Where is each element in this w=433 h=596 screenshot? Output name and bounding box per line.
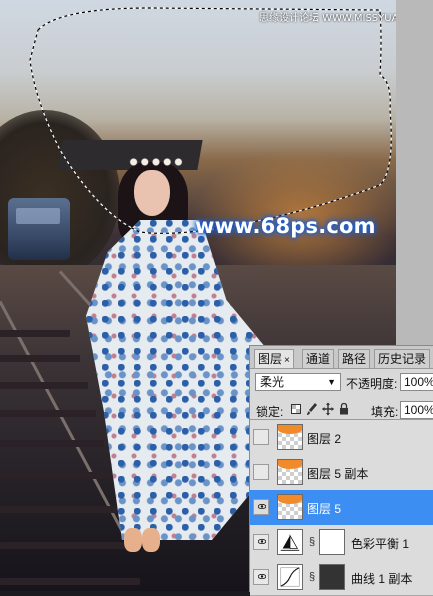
photo-tie [0, 410, 96, 417]
blend-opacity-row: 柔光 ▼ 不透明度: 100% [250, 371, 433, 393]
visibility-toggle[interactable] [253, 429, 269, 445]
blend-mode-select[interactable]: 柔光 ▼ [255, 373, 341, 391]
opacity-field[interactable]: 100% [400, 373, 433, 391]
site-credit: 思缘设计论坛 WWW.MISSYUAN.COM [259, 13, 396, 24]
photo-tie [0, 440, 104, 447]
lock-fill-row: 锁定: 填充: 100% [250, 399, 433, 421]
tab-label: 历史记录 [378, 352, 427, 366]
fill-field[interactable]: 100% [400, 401, 433, 419]
blend-mode-value: 柔光 [260, 375, 285, 389]
chevron-down-icon: ▼ [327, 377, 336, 387]
opacity-label: 不透明度: [346, 377, 398, 391]
photo-tie [0, 578, 140, 585]
layer-thumbnail [277, 494, 303, 520]
panel-tabs: 图层 × 通道 路径 历史记录 [250, 346, 433, 369]
link-icon: § [309, 571, 316, 583]
layer-mask-thumbnail [319, 564, 345, 590]
eye-icon [258, 504, 266, 509]
lock-label: 锁定: [256, 405, 284, 419]
photo-tie [0, 472, 112, 479]
layer-name: 色彩平衡 1 [351, 537, 410, 551]
move-icon[interactable] [322, 402, 334, 416]
girl-shoe [142, 528, 160, 552]
layer-row-layer-5-copy[interactable]: 图层 5 副本 [250, 455, 433, 491]
tab-label: 通道 [306, 352, 331, 366]
flower-crown [128, 156, 184, 168]
layer-name: 图层 2 [307, 432, 342, 446]
close-icon[interactable]: × [284, 355, 290, 366]
tab-paths[interactable]: 路径 [338, 349, 371, 368]
link-icon: § [309, 536, 316, 548]
lock-transparent-icon[interactable] [290, 402, 302, 416]
girl-face [134, 170, 170, 216]
fill-label: 填充: [371, 405, 399, 419]
color-balance-icon [277, 529, 303, 555]
photo-tie [0, 330, 70, 337]
photo-tie [0, 542, 130, 549]
curves-icon [277, 564, 303, 590]
layer-thumbnail [277, 424, 303, 450]
layers-list: 图层 2 图层 5 副本 图层 5 § 色彩平衡 1 § 曲线 1 副本 [250, 419, 433, 596]
girl-shoe [124, 528, 142, 552]
tab-label: 图层 [258, 352, 283, 366]
photo-train [8, 198, 70, 260]
visibility-toggle[interactable] [253, 499, 269, 515]
tab-label: 路径 [342, 352, 367, 366]
tab-history[interactable]: 历史记录 [374, 349, 431, 368]
layer-name: 图层 5 副本 [307, 467, 369, 481]
layer-row-color-balance-1[interactable]: § 色彩平衡 1 [250, 525, 433, 561]
layer-row-layer-5[interactable]: 图层 5 [250, 490, 433, 526]
watermark-text: www.68ps.com [195, 214, 376, 238]
photo-tie [0, 382, 88, 389]
layer-thumbnail [277, 459, 303, 485]
brush-icon[interactable] [306, 402, 318, 416]
eye-icon [258, 539, 266, 544]
eye-icon [258, 574, 266, 579]
layer-mask-thumbnail [319, 529, 345, 555]
photo-tie [0, 355, 80, 362]
layers-panel: 图层 × 通道 路径 历史记录 柔光 ▼ 不透明度: 100% 锁定: 填充: … [249, 345, 433, 596]
visibility-toggle[interactable] [253, 464, 269, 480]
tab-layers[interactable]: 图层 × [254, 349, 294, 368]
layer-name: 曲线 1 副本 [351, 572, 413, 586]
tab-channels[interactable]: 通道 [302, 349, 335, 368]
lock-icon[interactable] [338, 402, 350, 416]
layer-row-layer-2[interactable]: 图层 2 [250, 420, 433, 456]
visibility-toggle[interactable] [253, 534, 269, 550]
photo-tie [0, 506, 120, 513]
layer-name: 图层 5 [307, 502, 342, 516]
visibility-toggle[interactable] [253, 569, 269, 585]
lock-icons [290, 402, 350, 416]
